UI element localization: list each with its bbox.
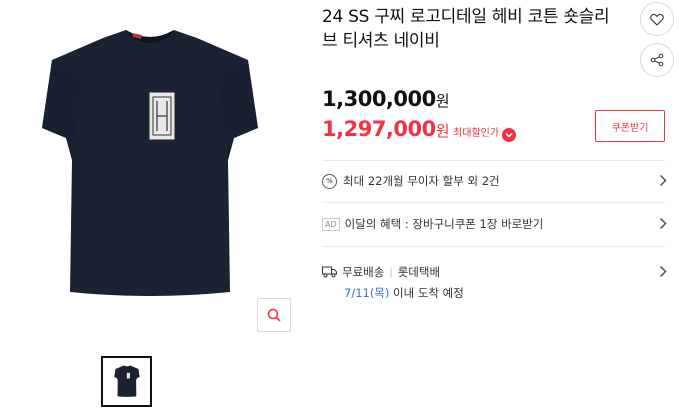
- delivery-row[interactable]: 무료배송 | 롯데택배: [322, 261, 667, 283]
- share-button[interactable]: [640, 43, 674, 77]
- original-price-value: 1,300,000: [322, 87, 436, 111]
- product-main-image: [8, 0, 293, 340]
- percent-icon: %: [322, 173, 337, 189]
- share-icon: [650, 53, 664, 67]
- product-info: 24 SS 구찌 로고디테일 헤비 코튼 숏슬리브 티셔츠 네이비 1,300,…: [322, 0, 679, 412]
- divider: [322, 160, 665, 161]
- separator: |: [389, 266, 393, 278]
- coupon-button[interactable]: 쿠폰받기: [595, 110, 665, 142]
- zoom-icon: [267, 308, 281, 322]
- product-thumbnail[interactable]: [101, 356, 152, 407]
- tshirt-image: [42, 30, 258, 296]
- carrier-label: 롯데택배: [397, 265, 441, 279]
- chevron-right-icon: [660, 218, 667, 229]
- chevron-down-icon: [505, 133, 513, 138]
- chevron-right-icon: [660, 266, 667, 277]
- installment-text: 최대 22개월 무이자 할부 외 2건: [343, 174, 500, 188]
- truck-icon: [322, 266, 337, 278]
- free-shipping-label: 무료배송: [342, 265, 385, 279]
- delivery-estimate: 7/11(목) 이내 도착 예정: [344, 285, 464, 301]
- monthly-benefit-row[interactable]: AD 이달의 혜택 : 장바구니쿠폰 1장 바로받기: [322, 213, 667, 235]
- divider: [322, 202, 665, 203]
- chevron-right-icon: [660, 175, 667, 186]
- sale-price: 1,297,000 원 최대할인가: [322, 117, 517, 142]
- product-gallery: [0, 0, 300, 412]
- sale-price-value: 1,297,000: [322, 117, 436, 141]
- installment-row[interactable]: % 최대 22개월 무이자 할부 외 2건: [322, 170, 667, 192]
- heart-icon: [650, 13, 664, 26]
- delivery-date: 7/11(목): [344, 286, 390, 300]
- wishlist-button[interactable]: [640, 2, 674, 36]
- monthly-benefit-text: 이달의 혜택 : 장바구니쿠폰 1장 바로받기: [344, 217, 544, 231]
- delivery-date-suffix: 이내 도착 예정: [393, 286, 464, 300]
- ad-badge: AD: [322, 217, 340, 231]
- tshirt-thumbnail-image: [113, 365, 140, 397]
- original-price-unit: 원: [435, 92, 450, 110]
- max-discount-label: 최대할인가: [453, 128, 500, 139]
- discount-detail-toggle[interactable]: [502, 128, 517, 142]
- original-price: 1,300,000원: [322, 87, 450, 111]
- zoom-button[interactable]: [257, 298, 291, 332]
- divider: [322, 246, 665, 247]
- product-title: 24 SS 구찌 로고디테일 헤비 코튼 숏슬리브 티셔츠 네이비: [322, 7, 610, 51]
- sale-price-unit: 원: [435, 122, 450, 140]
